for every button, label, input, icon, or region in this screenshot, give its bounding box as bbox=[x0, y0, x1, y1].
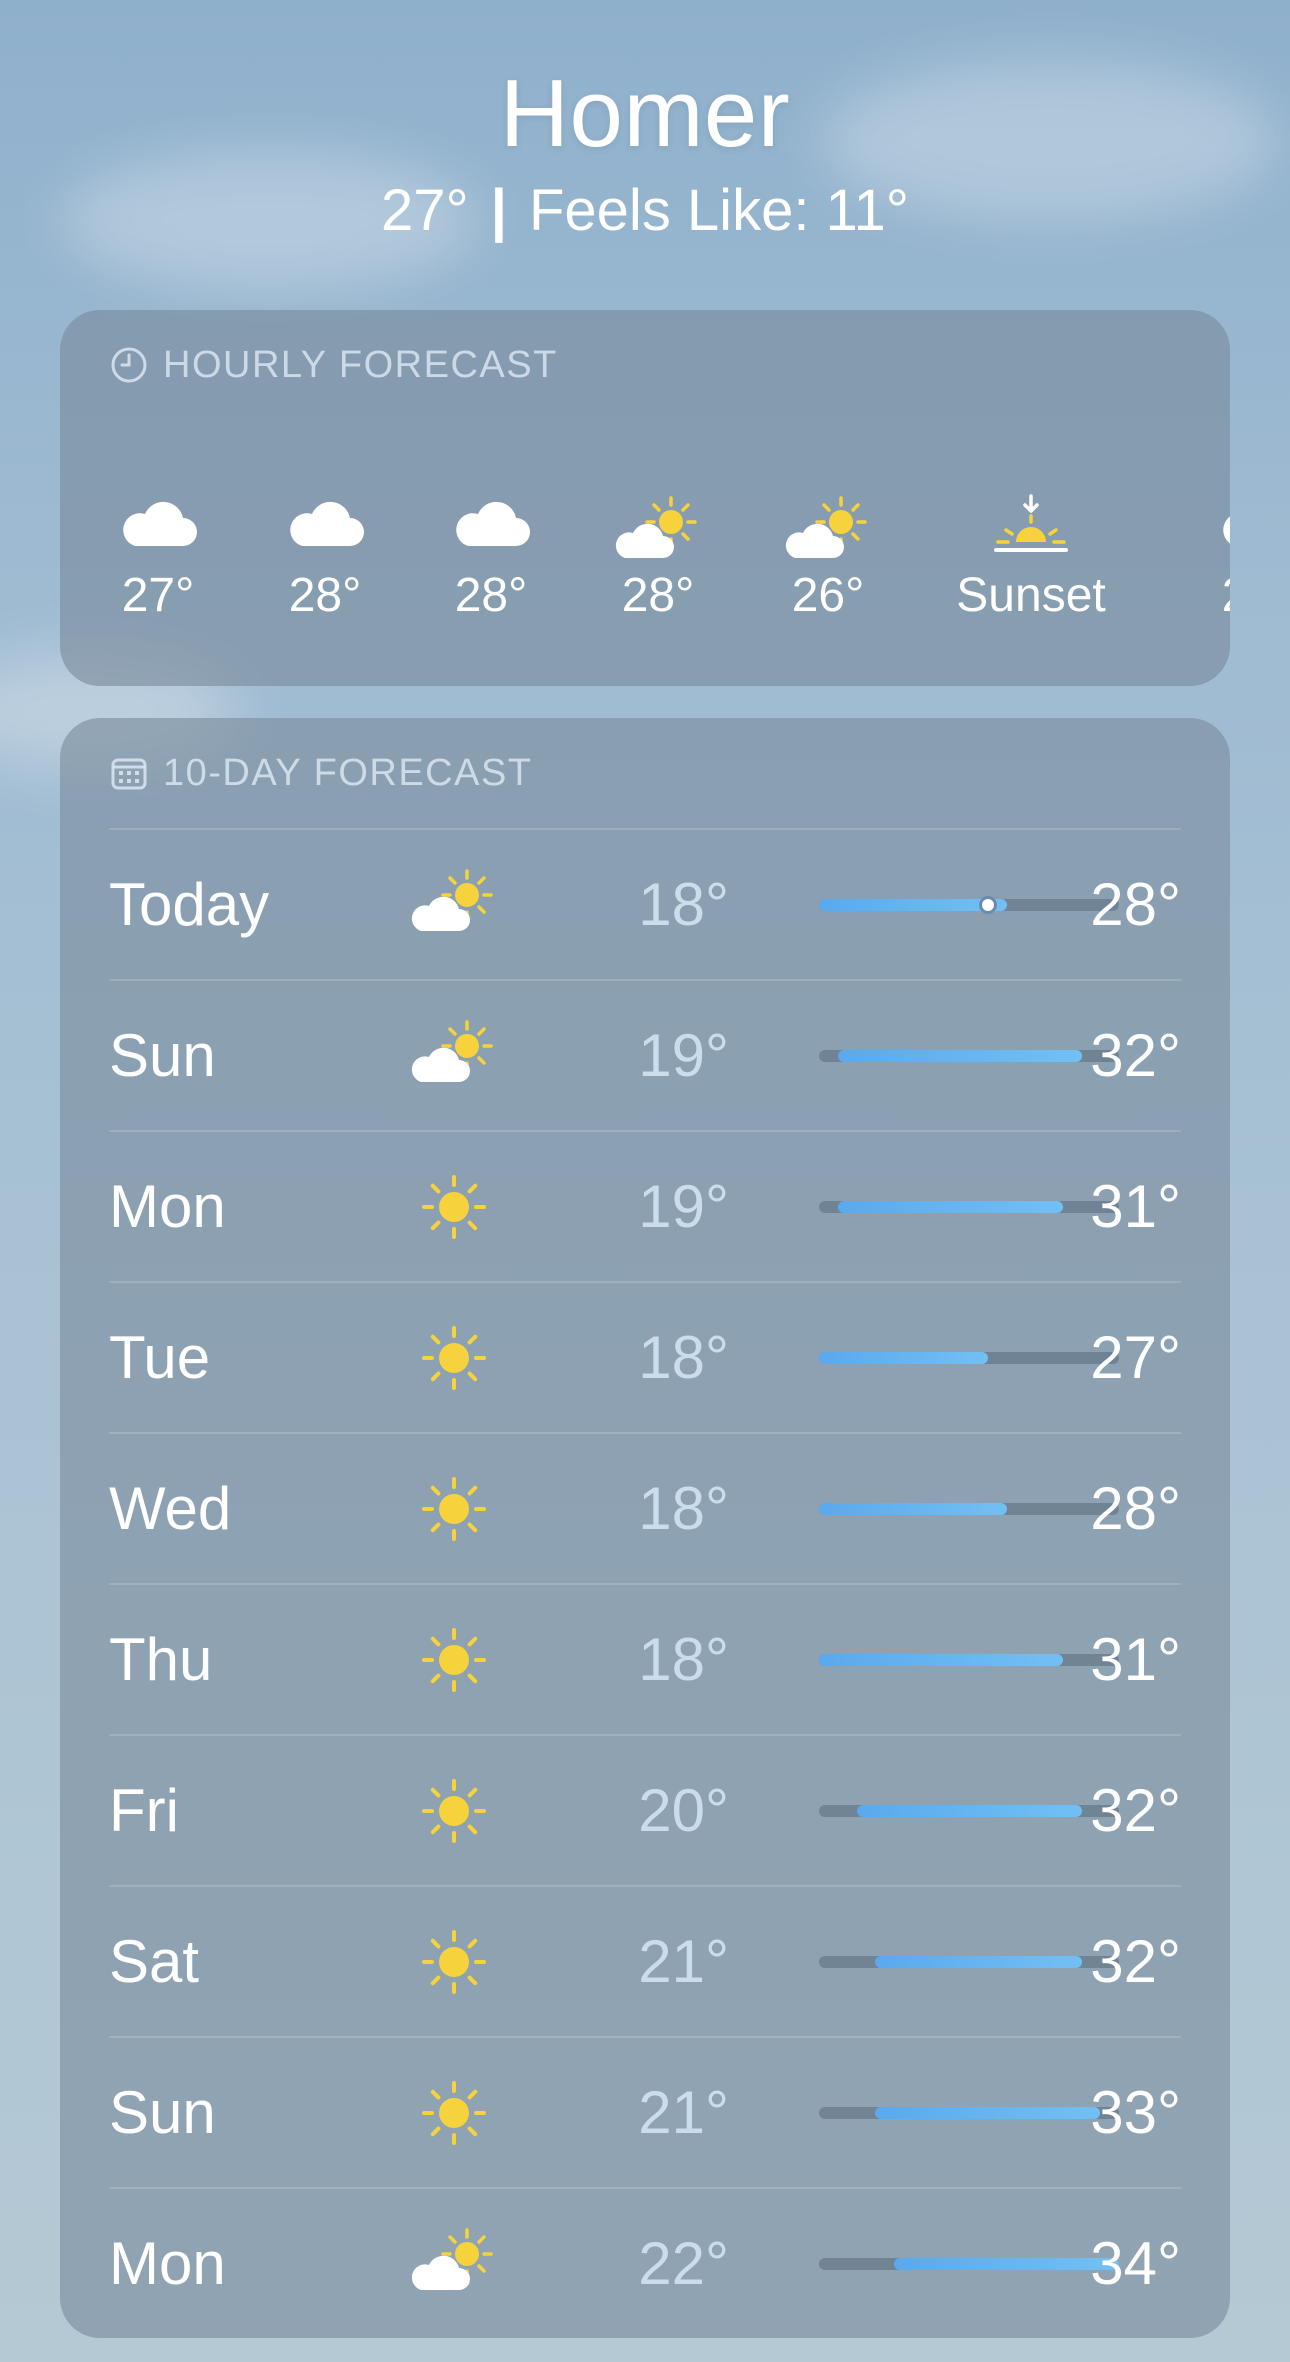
high-temp: 28° bbox=[1090, 871, 1181, 938]
cloud-icon bbox=[113, 492, 203, 562]
low-temp: 21° bbox=[638, 2079, 729, 2146]
day-row[interactable]: Today 18° 28° bbox=[109, 828, 1181, 979]
hourly-item: 26° bbox=[748, 430, 908, 670]
day-row[interactable]: Mon 19° 31° bbox=[109, 1130, 1181, 1281]
day-row[interactable]: Sun 19° 32° bbox=[109, 979, 1181, 1130]
cloud-icon bbox=[1213, 492, 1230, 562]
day-name: Wed bbox=[109, 1475, 232, 1542]
temp-range-fill bbox=[819, 1654, 1063, 1666]
day-name: Sun bbox=[109, 2079, 216, 2146]
cloud-icon bbox=[446, 492, 536, 562]
temp-range-fill bbox=[875, 1956, 1082, 1968]
high-temp: 32° bbox=[1090, 1777, 1181, 1844]
day-name: Sun bbox=[109, 1022, 216, 1089]
hourly-item-label: Sunset bbox=[956, 569, 1106, 622]
temp-range-fill bbox=[837, 1050, 1082, 1062]
partly-sunny-icon bbox=[409, 1016, 499, 1096]
day-name: Sat bbox=[109, 1928, 200, 1995]
low-temp: 21° bbox=[638, 1928, 729, 1995]
day-row[interactable]: Wed 18° 28° bbox=[109, 1432, 1181, 1583]
low-temp: 18° bbox=[638, 1324, 729, 1391]
sun-icon bbox=[409, 2073, 499, 2153]
hourly-item: 28° bbox=[578, 430, 738, 670]
sun-icon bbox=[409, 1620, 499, 1700]
day-row[interactable]: Mon 22° 34° bbox=[109, 2187, 1181, 2338]
high-temp: 28° bbox=[1090, 1475, 1181, 1542]
current-temp-indicator bbox=[978, 896, 997, 914]
day-row[interactable]: Sun 21° 33° bbox=[109, 2036, 1181, 2187]
sun-icon bbox=[409, 1167, 499, 1247]
partly-sunny-icon bbox=[783, 492, 873, 562]
low-temp: 22° bbox=[638, 2230, 729, 2297]
hourly-item-label: 28° bbox=[621, 569, 695, 622]
temp-range-fill bbox=[819, 1503, 1007, 1515]
city-name: Homer bbox=[499, 60, 791, 167]
hourly-forecast-title: HOURLY FORECAST bbox=[163, 343, 558, 386]
high-temp: 32° bbox=[1090, 1928, 1181, 1995]
sun-icon bbox=[409, 1922, 499, 2002]
hourly-item: 25° bbox=[1178, 430, 1230, 670]
hourly-item: Sunset bbox=[921, 430, 1141, 670]
temp-range-fill bbox=[856, 1805, 1082, 1817]
ten-day-forecast-title: 10-DAY FORECAST bbox=[163, 751, 533, 794]
clock-icon bbox=[111, 347, 147, 383]
partly-sunny-icon bbox=[613, 492, 703, 562]
hourly-forecast-header: HOURLY FORECAST bbox=[60, 310, 1230, 420]
high-temp: 34° bbox=[1090, 2230, 1181, 2297]
partly-sunny-icon bbox=[409, 865, 499, 945]
calendar-icon bbox=[111, 758, 147, 790]
hourly-item-label: 28° bbox=[454, 569, 528, 622]
location-header: Homer 27° | Feels Like: 11° bbox=[0, 58, 1290, 246]
day-name: Mon bbox=[109, 2230, 226, 2297]
cloud-icon bbox=[280, 492, 370, 562]
day-row[interactable]: Thu 18° 31° bbox=[109, 1583, 1181, 1734]
current-conditions: 27° | Feels Like: 11° bbox=[0, 176, 1290, 246]
low-temp: 18° bbox=[638, 1626, 729, 1693]
ten-day-forecast-header: 10-DAY FORECAST bbox=[60, 718, 1230, 828]
sun-icon bbox=[409, 1318, 499, 1398]
high-temp: 31° bbox=[1090, 1626, 1181, 1693]
sun-icon bbox=[409, 1771, 499, 1851]
feels-like: Feels Like: 11° bbox=[528, 178, 909, 243]
partly-sunny-icon bbox=[409, 2224, 499, 2304]
hourly-item-label: 27° bbox=[121, 569, 195, 622]
day-list: Today 18° 28° Sun 19° 32° Mon 19° 31° Tue 18° 27° We… bbox=[109, 828, 1181, 2338]
low-temp: 18° bbox=[638, 871, 729, 938]
low-temp: 20° bbox=[638, 1777, 729, 1844]
hourly-item-label: 25° bbox=[1178, 566, 1230, 626]
hourly-item-label: 26° bbox=[791, 569, 865, 622]
high-temp: 27° bbox=[1090, 1324, 1181, 1391]
hourly-item: 28° bbox=[245, 430, 405, 670]
hourly-scroll-strip[interactable]: 27° 28° 28° 28° 26° Sunset 25° bbox=[109, 430, 1230, 670]
temp-range-fill bbox=[837, 1201, 1063, 1213]
temp-range-fill bbox=[819, 1352, 988, 1364]
hourly-forecast-card[interactable]: HOURLY FORECAST 27° 28° 28° 28° 26° Sunset 25° bbox=[60, 310, 1230, 686]
hourly-item-label: 28° bbox=[288, 569, 362, 622]
day-name: Tue bbox=[109, 1324, 211, 1391]
current-temperature: 27° bbox=[381, 178, 469, 243]
day-name: Today bbox=[109, 871, 270, 938]
day-row[interactable]: Fri 20° 32° bbox=[109, 1734, 1181, 1885]
high-temp: 33° bbox=[1090, 2079, 1181, 2146]
day-row[interactable]: Sat 21° 32° bbox=[109, 1885, 1181, 2036]
hourly-item: 27° bbox=[78, 430, 238, 670]
sun-icon bbox=[409, 1469, 499, 1549]
sunset-icon bbox=[986, 492, 1076, 562]
ten-day-forecast-card[interactable]: 10-DAY FORECAST Today 18° 28° Sun 19° 32° Mon 1… bbox=[60, 718, 1230, 2338]
day-row[interactable]: Tue 18° 27° bbox=[109, 1281, 1181, 1432]
day-name: Mon bbox=[109, 1173, 226, 1240]
low-temp: 18° bbox=[638, 1475, 729, 1542]
hourly-item: 28° bbox=[411, 430, 571, 670]
day-name: Thu bbox=[109, 1626, 213, 1693]
low-temp: 19° bbox=[638, 1173, 729, 1240]
low-temp: 19° bbox=[638, 1022, 729, 1089]
separator: | bbox=[490, 178, 507, 243]
high-temp: 32° bbox=[1090, 1022, 1181, 1089]
high-temp: 31° bbox=[1090, 1173, 1181, 1240]
day-name: Fri bbox=[109, 1777, 179, 1844]
